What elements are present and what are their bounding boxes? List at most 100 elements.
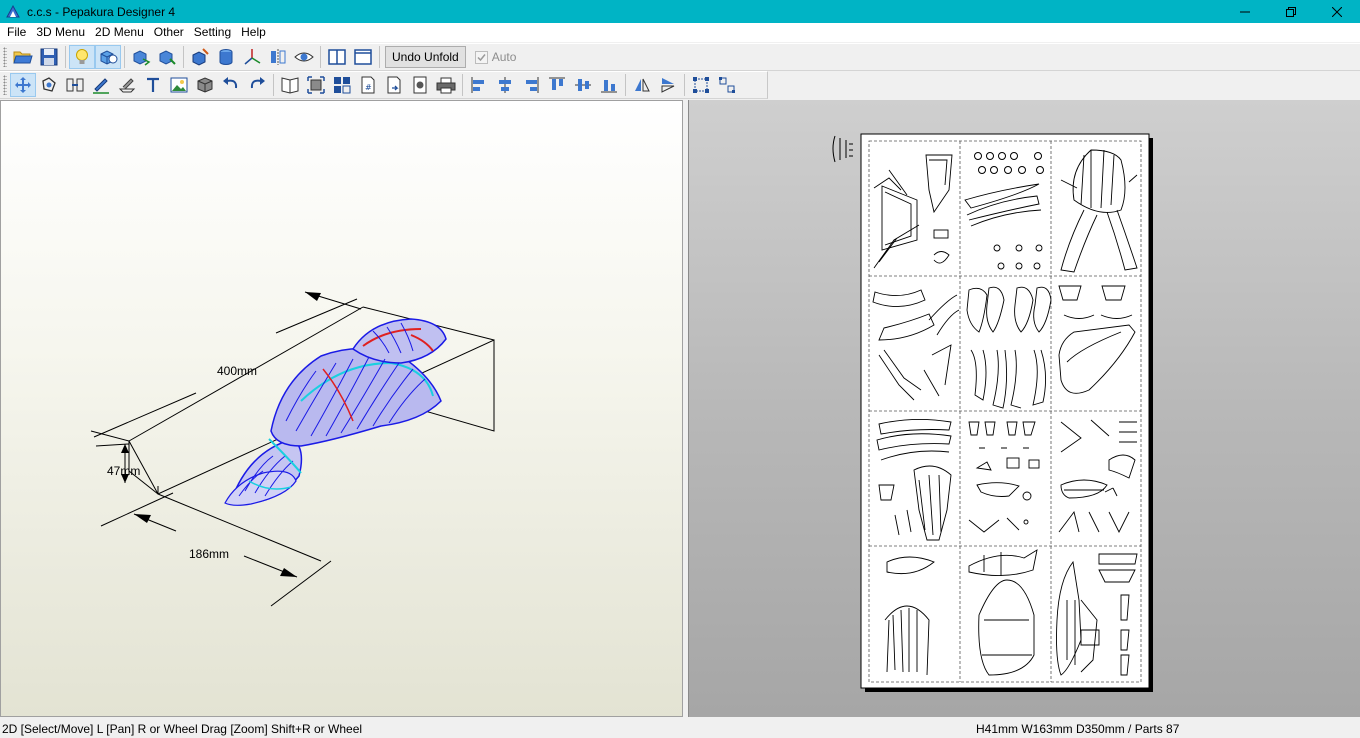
rotate-part-button[interactable] bbox=[36, 73, 62, 97]
join-edges-icon bbox=[66, 78, 84, 92]
align-right-button[interactable] bbox=[518, 73, 544, 97]
menu-2d[interactable]: 2D Menu bbox=[90, 23, 149, 42]
single-view-icon bbox=[354, 49, 372, 65]
split-view-button[interactable] bbox=[324, 45, 350, 69]
align-left-button[interactable] bbox=[466, 73, 492, 97]
open-book-icon bbox=[281, 77, 299, 94]
close-icon bbox=[1332, 6, 1342, 17]
ungroup-button[interactable] bbox=[714, 73, 740, 97]
flip-horizontal-button[interactable] bbox=[629, 73, 655, 97]
text-tool-button[interactable] bbox=[140, 73, 166, 97]
ungroup-icon bbox=[719, 77, 735, 93]
fit-view-button[interactable] bbox=[303, 73, 329, 97]
minimize-button[interactable] bbox=[1222, 0, 1268, 23]
single-view-button[interactable] bbox=[350, 45, 376, 69]
edit-line-button[interactable] bbox=[88, 73, 114, 97]
toolbar-grip[interactable] bbox=[3, 75, 7, 95]
texture-toggle-button[interactable] bbox=[95, 45, 121, 69]
image-icon bbox=[170, 77, 188, 93]
printer-icon bbox=[436, 77, 456, 94]
cubes-icon bbox=[100, 50, 118, 65]
view-button[interactable] bbox=[291, 45, 317, 69]
unfold-settings-icon bbox=[159, 50, 176, 65]
flip-vertical-button[interactable] bbox=[655, 73, 681, 97]
mirror-button[interactable] bbox=[265, 45, 291, 69]
dimension-width-label: 186mm bbox=[189, 547, 229, 561]
align-top-icon bbox=[549, 77, 565, 90]
print-preview-button[interactable] bbox=[407, 73, 433, 97]
undo-unfold-button[interactable]: Undo Unfold bbox=[385, 46, 466, 68]
redo-button[interactable] bbox=[244, 73, 270, 97]
2d-layout-viewport[interactable] bbox=[689, 100, 1360, 717]
title-bar: c.c.s - Pepakura Designer 4 bbox=[0, 0, 1360, 23]
auto-label: Auto bbox=[491, 50, 517, 64]
arrange-parts-icon bbox=[334, 77, 351, 94]
open-button[interactable] bbox=[10, 45, 36, 69]
align-right-icon bbox=[526, 77, 539, 93]
print-button[interactable] bbox=[433, 73, 459, 97]
flap-edit-icon bbox=[118, 78, 136, 93]
light-toggle-button[interactable] bbox=[69, 45, 95, 69]
minimize-icon bbox=[1240, 11, 1250, 12]
save-button[interactable] bbox=[36, 45, 62, 69]
align-bottom-icon bbox=[601, 80, 617, 93]
page-number-button[interactable]: # bbox=[355, 73, 381, 97]
page-number-icon: # bbox=[361, 76, 375, 94]
unfold-button[interactable] bbox=[128, 45, 154, 69]
align-top-button[interactable] bbox=[544, 73, 570, 97]
menu-help[interactable]: Help bbox=[236, 23, 271, 42]
select-move-icon bbox=[15, 77, 31, 93]
join-edge-button[interactable] bbox=[62, 73, 88, 97]
image-tool-button[interactable] bbox=[166, 73, 192, 97]
book-view-button[interactable] bbox=[277, 73, 303, 97]
menu-other[interactable]: Other bbox=[149, 23, 189, 42]
cylinder-button[interactable] bbox=[213, 45, 239, 69]
arrange-parts-button[interactable] bbox=[329, 73, 355, 97]
flip-horizontal-icon bbox=[635, 78, 650, 92]
auto-checkbox-wrap[interactable]: Auto bbox=[474, 50, 517, 64]
save-icon bbox=[40, 48, 58, 66]
unfold-auto-button[interactable] bbox=[154, 45, 180, 69]
2d-view[interactable] bbox=[688, 100, 1360, 717]
unfold-cube-icon bbox=[133, 50, 151, 66]
edit-toolbar: # bbox=[0, 71, 768, 99]
fit-view-icon bbox=[307, 76, 325, 94]
select-move-button[interactable] bbox=[10, 73, 36, 97]
flap-button[interactable] bbox=[114, 73, 140, 97]
3d-model-viewport[interactable]: 400mm 47mm 186mm bbox=[1, 101, 682, 716]
folder-open-icon bbox=[13, 51, 33, 64]
align-center-v-button[interactable] bbox=[570, 73, 596, 97]
page-export-button[interactable] bbox=[381, 73, 407, 97]
edit-cube-button[interactable] bbox=[187, 45, 213, 69]
box-tool-button[interactable] bbox=[192, 73, 218, 97]
close-button[interactable] bbox=[1314, 0, 1360, 23]
print-preview-icon bbox=[413, 76, 427, 94]
restore-icon bbox=[1286, 6, 1296, 17]
menu-3d[interactable]: 3D Menu bbox=[31, 23, 90, 42]
flip-vertical-icon bbox=[661, 78, 675, 93]
align-bottom-button[interactable] bbox=[596, 73, 622, 97]
eye-icon bbox=[294, 52, 314, 62]
check-icon bbox=[477, 53, 486, 61]
3d-view[interactable]: 400mm 47mm 186mm bbox=[0, 100, 683, 717]
auto-checkbox[interactable] bbox=[474, 50, 488, 64]
group-button[interactable] bbox=[688, 73, 714, 97]
mirror-icon bbox=[271, 49, 286, 65]
svg-text:#: # bbox=[365, 83, 372, 92]
menu-file[interactable]: File bbox=[2, 23, 31, 42]
align-left-icon bbox=[471, 77, 484, 93]
maximize-button[interactable] bbox=[1268, 0, 1314, 23]
axis-button[interactable] bbox=[239, 45, 265, 69]
menu-setting[interactable]: Setting bbox=[189, 23, 236, 42]
pen-line-icon bbox=[93, 78, 109, 94]
align-center-h-button[interactable] bbox=[492, 73, 518, 97]
dimension-height-label: 47mm bbox=[107, 464, 140, 478]
status-bar: 2D [Select/Move] L [Pan] R or Wheel Drag… bbox=[0, 720, 1360, 738]
toolbar-grip[interactable] bbox=[3, 47, 7, 67]
app-icon bbox=[6, 4, 20, 17]
cylinder-icon bbox=[219, 49, 233, 65]
redo-icon bbox=[250, 77, 265, 89]
3d-model-mesh[interactable] bbox=[224, 318, 447, 506]
window-title: c.c.s - Pepakura Designer 4 bbox=[27, 4, 176, 19]
undo-button[interactable] bbox=[218, 73, 244, 97]
